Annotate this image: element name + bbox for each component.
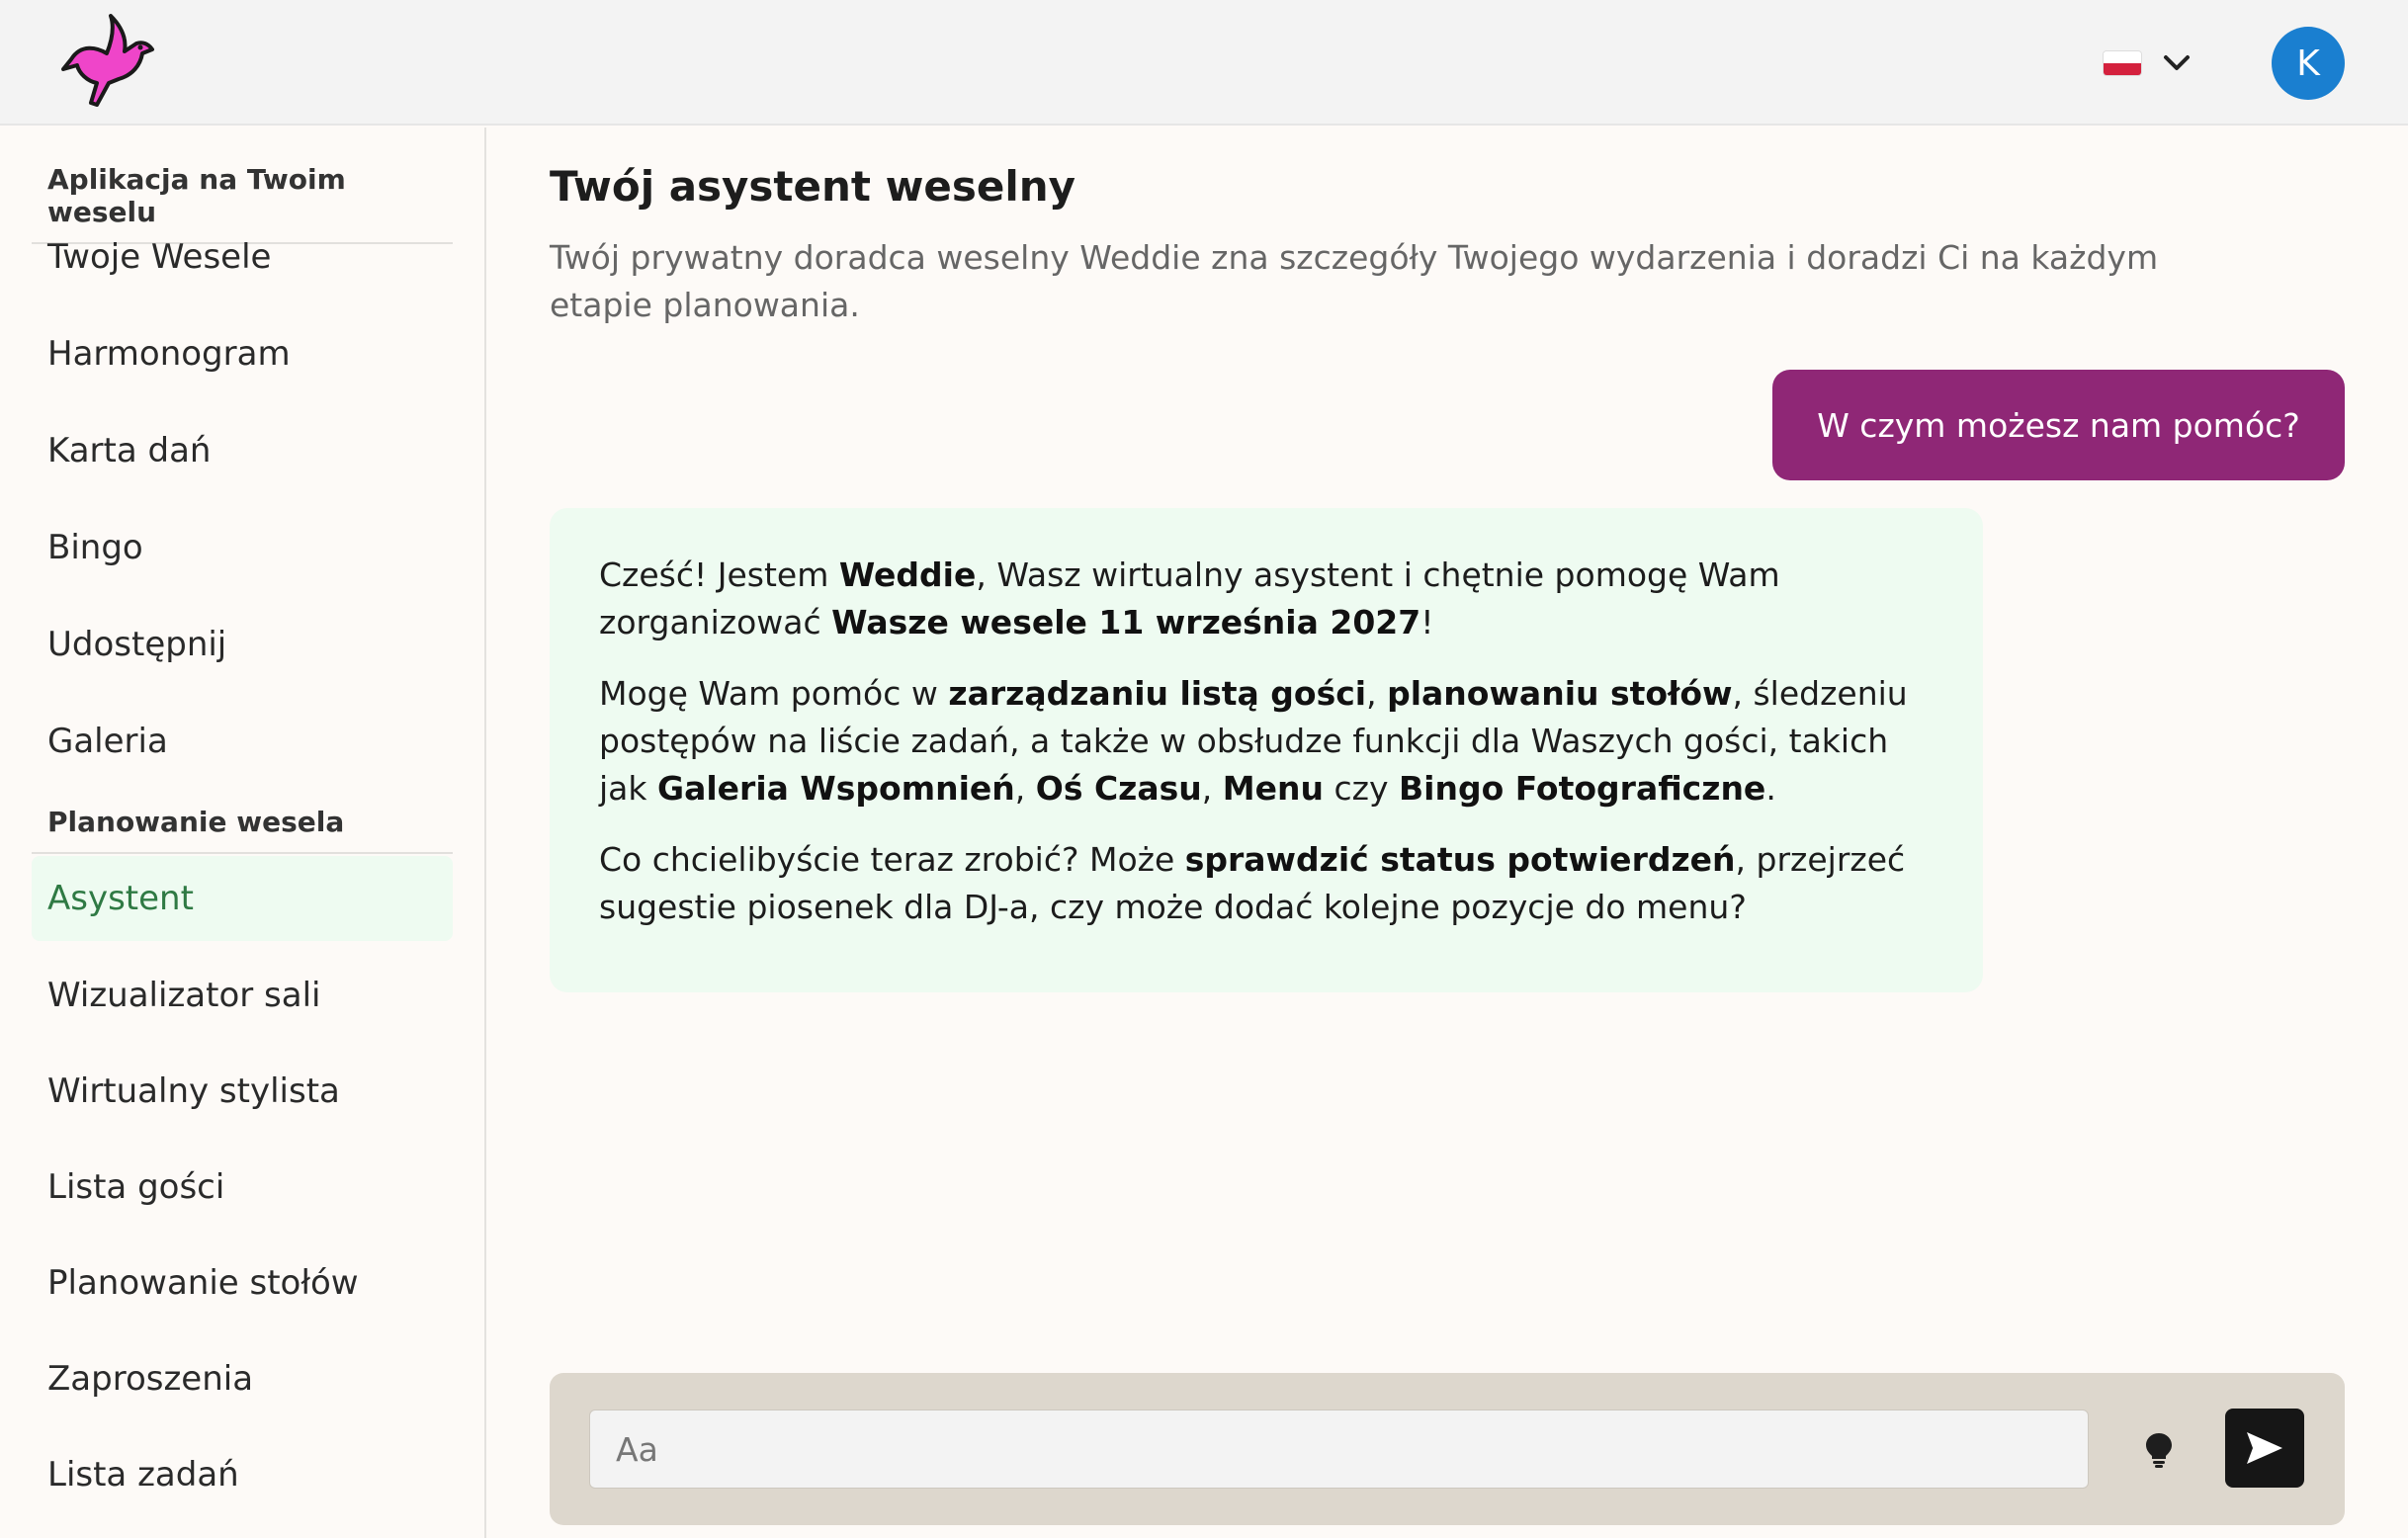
sidebar-item-zaproszenia[interactable]: Zaproszenia — [32, 1336, 453, 1421]
sidebar-item-wizualizator-sali[interactable]: Wizualizator sali — [32, 953, 453, 1038]
sidebar-item-lista-zadan[interactable]: Lista zadań — [32, 1432, 453, 1517]
user-avatar[interactable]: K — [2272, 27, 2345, 100]
language-selector[interactable] — [2104, 43, 2191, 83]
dove-logo-icon[interactable] — [57, 14, 158, 107]
sidebar-item-bingo[interactable]: Bingo — [32, 505, 453, 590]
send-button[interactable] — [2225, 1409, 2304, 1488]
sidebar-item-planowanie-stolow[interactable]: Planowanie stołów — [32, 1240, 453, 1325]
page-title: Twój asystent weselny — [550, 162, 1076, 211]
message-input[interactable] — [589, 1410, 2089, 1489]
sidebar-item-asystent[interactable]: Asystent — [32, 856, 453, 941]
sidebar-item-lista-gosci[interactable]: Lista gości — [32, 1145, 453, 1230]
sidebar-item-galeria[interactable]: Galeria — [32, 699, 453, 784]
main-content: Twój asystent weselny Twój prywatny dora… — [550, 128, 2345, 1538]
assistant-message-bubble: Cześć! Jestem Weddie, Wasz wirtualny asy… — [550, 508, 1983, 992]
sidebar-item-twoje-wesele[interactable]: Twoje Wesele — [32, 214, 453, 299]
page-subtitle: Twój prywatny doradca weselny Weddie zna… — [550, 238, 2159, 324]
sidebar-item-wirtualny-stylista[interactable]: Wirtualny stylista — [32, 1049, 453, 1134]
top-bar: K — [0, 0, 2408, 126]
assistant-paragraph-2: Mogę Wam pomóc w zarządzaniu listą gości… — [599, 674, 1908, 808]
sidebar-item-udostepnij[interactable]: Udostępnij — [32, 602, 453, 687]
sidebar-section-title-planning: Planowanie wesela — [32, 806, 453, 854]
poland-flag-icon — [2104, 51, 2141, 75]
lightbulb-icon[interactable] — [2139, 1429, 2179, 1469]
send-icon — [2247, 1432, 2282, 1464]
user-message-bubble: W czym możesz nam pomóc? — [1772, 370, 2345, 480]
sidebar-item-karta-dan[interactable]: Karta dań — [32, 408, 453, 493]
assistant-paragraph-3: Co chcielibyście teraz zrobić? Może spra… — [599, 840, 1906, 926]
sidebar-item-harmonogram[interactable]: Harmonogram — [32, 311, 453, 396]
chevron-down-icon — [2164, 55, 2190, 70]
assistant-paragraph-1: Cześć! Jestem Weddie, Wasz wirtualny asy… — [599, 555, 1780, 641]
sidebar: Aplikacja na Twoim weselu Twoje Wesele H… — [0, 128, 486, 1538]
message-composer — [550, 1373, 2345, 1525]
